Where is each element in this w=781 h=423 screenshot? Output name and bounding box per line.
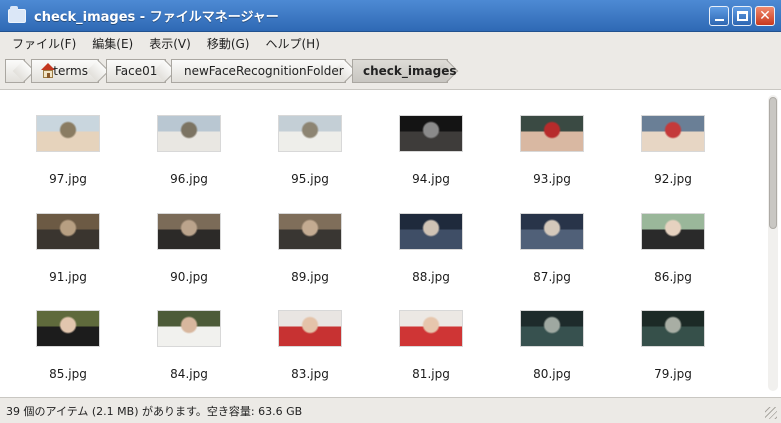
window-title: check_images - ファイルマネージャー: [34, 10, 279, 25]
file-name: 84.jpg: [170, 367, 208, 381]
menu-bar: ファイル(F) 編集(E) 表示(V) 移動(G) ヘルプ(H): [0, 32, 781, 54]
file-item[interactable]: 85.jpg: [18, 310, 118, 381]
file-item[interactable]: 87.jpg: [502, 213, 602, 284]
image-thumbnail: [641, 310, 705, 347]
close-icon: ✕: [759, 8, 771, 24]
file-name: 91.jpg: [49, 270, 87, 284]
file-item[interactable]: 88.jpg: [381, 213, 481, 284]
file-item[interactable]: 95.jpg: [260, 115, 360, 186]
file-item[interactable]: 92.jpg: [623, 115, 723, 186]
window-controls: ✕: [709, 6, 775, 26]
file-name: 87.jpg: [533, 270, 571, 284]
file-name: 89.jpg: [291, 270, 329, 284]
minimize-button[interactable]: [709, 6, 729, 26]
file-item[interactable]: 83.jpg: [260, 310, 360, 381]
menu-edit[interactable]: 編集(E): [84, 35, 141, 52]
file-grid: 97.jpg 96.jpg 95.jpg 94.jpg 93.jpg 92.jpg 91.j…: [0, 91, 781, 397]
file-item[interactable]: 94.jpg: [381, 115, 481, 186]
file-item[interactable]: 84.jpg: [139, 310, 239, 381]
minimize-icon: [715, 19, 724, 21]
file-name: 94.jpg: [412, 172, 450, 186]
file-item[interactable]: 86.jpg: [623, 213, 723, 284]
file-item[interactable]: 93.jpg: [502, 115, 602, 186]
image-thumbnail: [399, 213, 463, 250]
file-name: 95.jpg: [291, 172, 329, 186]
maximize-icon: [737, 11, 748, 21]
image-thumbnail: [520, 115, 584, 152]
file-item[interactable]: 91.jpg: [18, 213, 118, 284]
breadcrumb-label: terms: [53, 64, 88, 78]
breadcrumb-label: Face01: [115, 64, 158, 78]
file-name: 81.jpg: [412, 367, 450, 381]
image-thumbnail: [278, 213, 342, 250]
breadcrumb-face01[interactable]: Face01: [106, 59, 177, 83]
breadcrumb-check-images[interactable]: check_images: [352, 59, 459, 83]
image-thumbnail: [157, 310, 221, 347]
scrollbar-thumb[interactable]: [769, 97, 777, 229]
image-thumbnail: [278, 310, 342, 347]
breadcrumb-newfacerecognitionfolder[interactable]: newFaceRecognitionFolder: [171, 59, 357, 83]
breadcrumb-label: check_images: [363, 64, 457, 78]
file-item[interactable]: 97.jpg: [18, 115, 118, 186]
menu-view[interactable]: 表示(V): [141, 35, 199, 52]
menu-help[interactable]: ヘルプ(H): [257, 35, 327, 52]
file-name: 92.jpg: [654, 172, 692, 186]
folder-icon: [8, 5, 26, 23]
title-bar: check_images - ファイルマネージャー ✕: [0, 0, 781, 32]
image-thumbnail: [36, 115, 100, 152]
file-name: 79.jpg: [654, 367, 692, 381]
menu-go[interactable]: 移動(G): [199, 35, 258, 52]
file-name: 80.jpg: [533, 367, 571, 381]
image-thumbnail: [399, 310, 463, 347]
image-thumbnail: [520, 310, 584, 347]
maximize-button[interactable]: [732, 6, 752, 26]
file-name: 83.jpg: [291, 367, 329, 381]
image-thumbnail: [278, 115, 342, 152]
file-item[interactable]: 96.jpg: [139, 115, 239, 186]
status-text: 39 個のアイテム (2.1 MB) があります。空き容量: 63.6 GB: [6, 404, 303, 418]
image-thumbnail: [157, 115, 221, 152]
image-thumbnail: [36, 310, 100, 347]
image-thumbnail: [641, 213, 705, 250]
breadcrumb-label: newFaceRecognitionFolder: [184, 64, 344, 78]
home-icon: [40, 63, 55, 79]
file-item[interactable]: 79.jpg: [623, 310, 723, 381]
resize-grip-icon[interactable]: [765, 407, 777, 419]
file-item[interactable]: 81.jpg: [381, 310, 481, 381]
breadcrumb-terms[interactable]: terms: [31, 59, 110, 83]
menu-file[interactable]: ファイル(F): [4, 35, 84, 52]
image-thumbnail: [157, 213, 221, 250]
file-name: 90.jpg: [170, 270, 208, 284]
breadcrumb: terms Face01 newFaceRecognitionFolder ch…: [0, 54, 781, 90]
image-thumbnail: [641, 115, 705, 152]
file-item[interactable]: 89.jpg: [260, 213, 360, 284]
file-item[interactable]: 90.jpg: [139, 213, 239, 284]
image-thumbnail: [36, 213, 100, 250]
vertical-scrollbar[interactable]: [768, 95, 778, 391]
file-name: 88.jpg: [412, 270, 450, 284]
file-item[interactable]: 80.jpg: [502, 310, 602, 381]
file-name: 96.jpg: [170, 172, 208, 186]
breadcrumb-scroll-left[interactable]: [5, 59, 36, 83]
file-name: 86.jpg: [654, 270, 692, 284]
file-name: 85.jpg: [49, 367, 87, 381]
file-name: 97.jpg: [49, 172, 87, 186]
file-name: 93.jpg: [533, 172, 571, 186]
status-bar: 39 個のアイテム (2.1 MB) があります。空き容量: 63.6 GB: [0, 397, 781, 423]
image-thumbnail: [399, 115, 463, 152]
close-button[interactable]: ✕: [755, 6, 775, 26]
image-thumbnail: [520, 213, 584, 250]
